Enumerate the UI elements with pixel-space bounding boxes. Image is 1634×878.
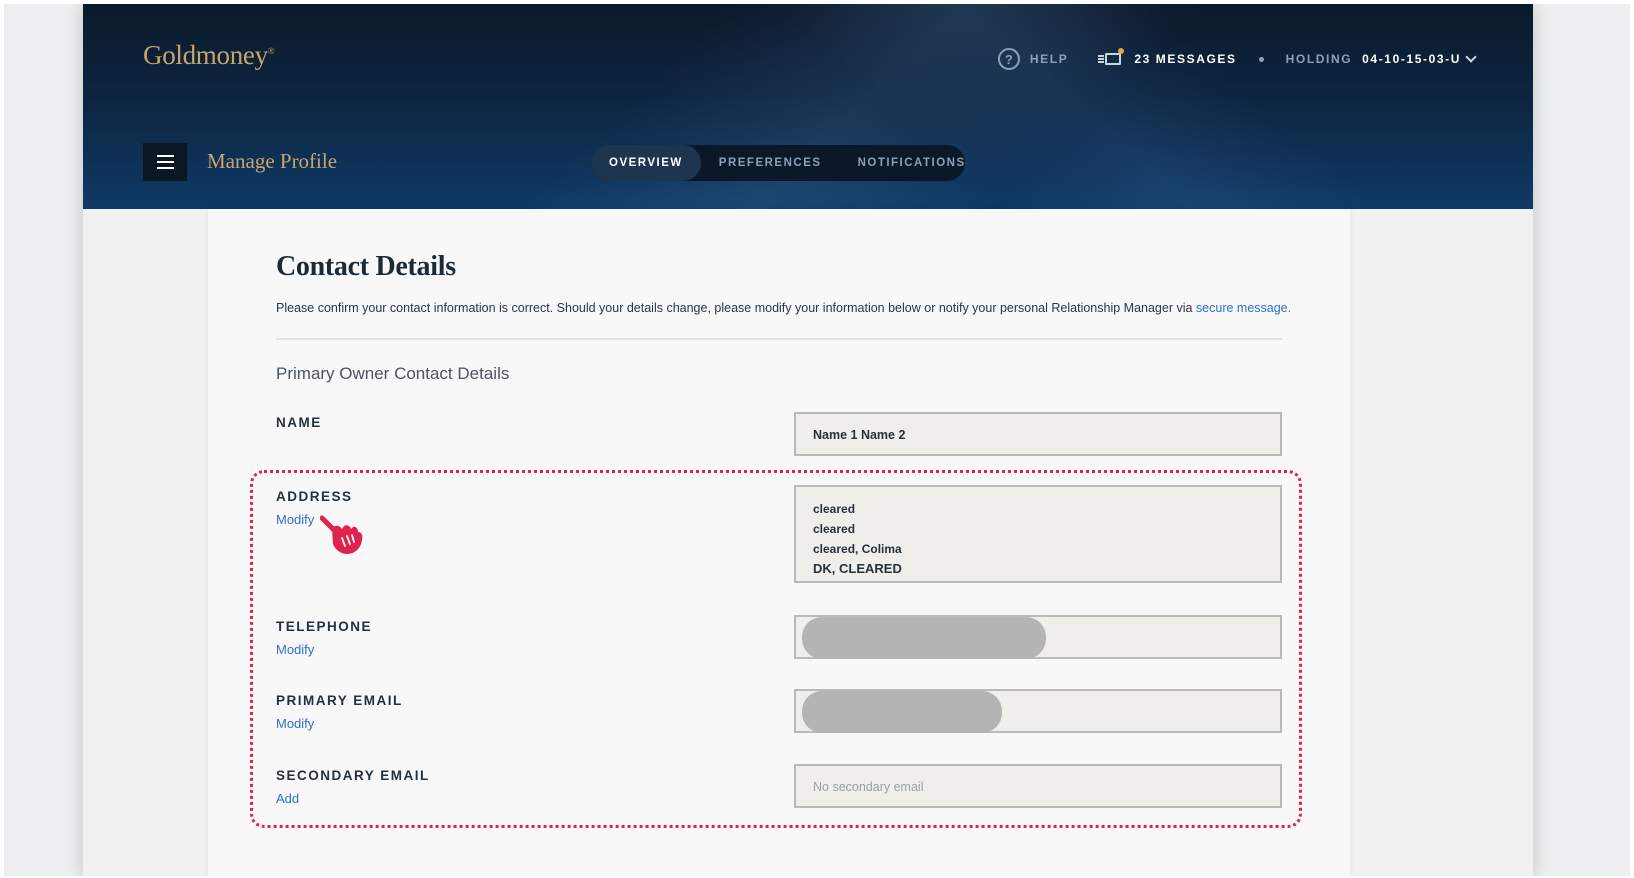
intro-text: Please confirm your contact information …	[276, 301, 1196, 315]
brand-registered-mark: ®	[267, 46, 275, 56]
menu-icon	[156, 155, 174, 157]
secure-message-link[interactable]: secure message.	[1196, 301, 1291, 315]
header: Goldmoney® ? HELP 23 MESSAGES HOLDING 04…	[83, 4, 1533, 209]
highlight-annotation	[250, 470, 1302, 828]
profile-tabs: OVERVIEW PREFERENCES NOTIFICATIONS	[591, 145, 965, 181]
separator-dot	[1258, 56, 1264, 62]
holding-label: HOLDING	[1285, 52, 1353, 66]
holding-selector[interactable]: 04-10-15-03-U	[1362, 52, 1461, 66]
pointing-hand-icon	[320, 515, 363, 554]
messages-icon[interactable]	[1098, 48, 1125, 68]
screenshot-frame: Goldmoney® ? HELP 23 MESSAGES HOLDING 04…	[4, 4, 1630, 876]
top-navigation: ? HELP 23 MESSAGES HOLDING 04-10-15-03-U	[997, 48, 1477, 70]
divider	[276, 338, 1282, 340]
help-link[interactable]: HELP	[1030, 52, 1068, 66]
brand-logo[interactable]: Goldmoney®	[143, 40, 275, 71]
menu-button[interactable]	[143, 143, 187, 181]
card-title: Contact Details	[276, 251, 456, 282]
tab-preferences[interactable]: PREFERENCES	[701, 145, 840, 181]
tab-notifications[interactable]: NOTIFICATIONS	[840, 145, 984, 181]
name-label: NAME	[276, 415, 322, 430]
page: Goldmoney® ? HELP 23 MESSAGES HOLDING 04…	[83, 4, 1533, 876]
chevron-down-icon[interactable]	[1465, 51, 1477, 63]
section-title: Primary Owner Contact Details	[276, 364, 510, 383]
brand-name: Goldmoney	[143, 40, 268, 70]
name-field: Name 1 Name 2	[794, 412, 1282, 456]
card-intro: Please confirm your contact information …	[276, 301, 1291, 315]
name-value: Name 1 Name 2	[813, 428, 906, 442]
help-icon[interactable]: ?	[997, 48, 1020, 70]
messages-link[interactable]: 23 MESSAGES	[1134, 52, 1236, 66]
tab-overview[interactable]: OVERVIEW	[591, 145, 701, 181]
unread-dot	[1118, 48, 1125, 54]
page-title: Manage Profile	[207, 149, 338, 173]
